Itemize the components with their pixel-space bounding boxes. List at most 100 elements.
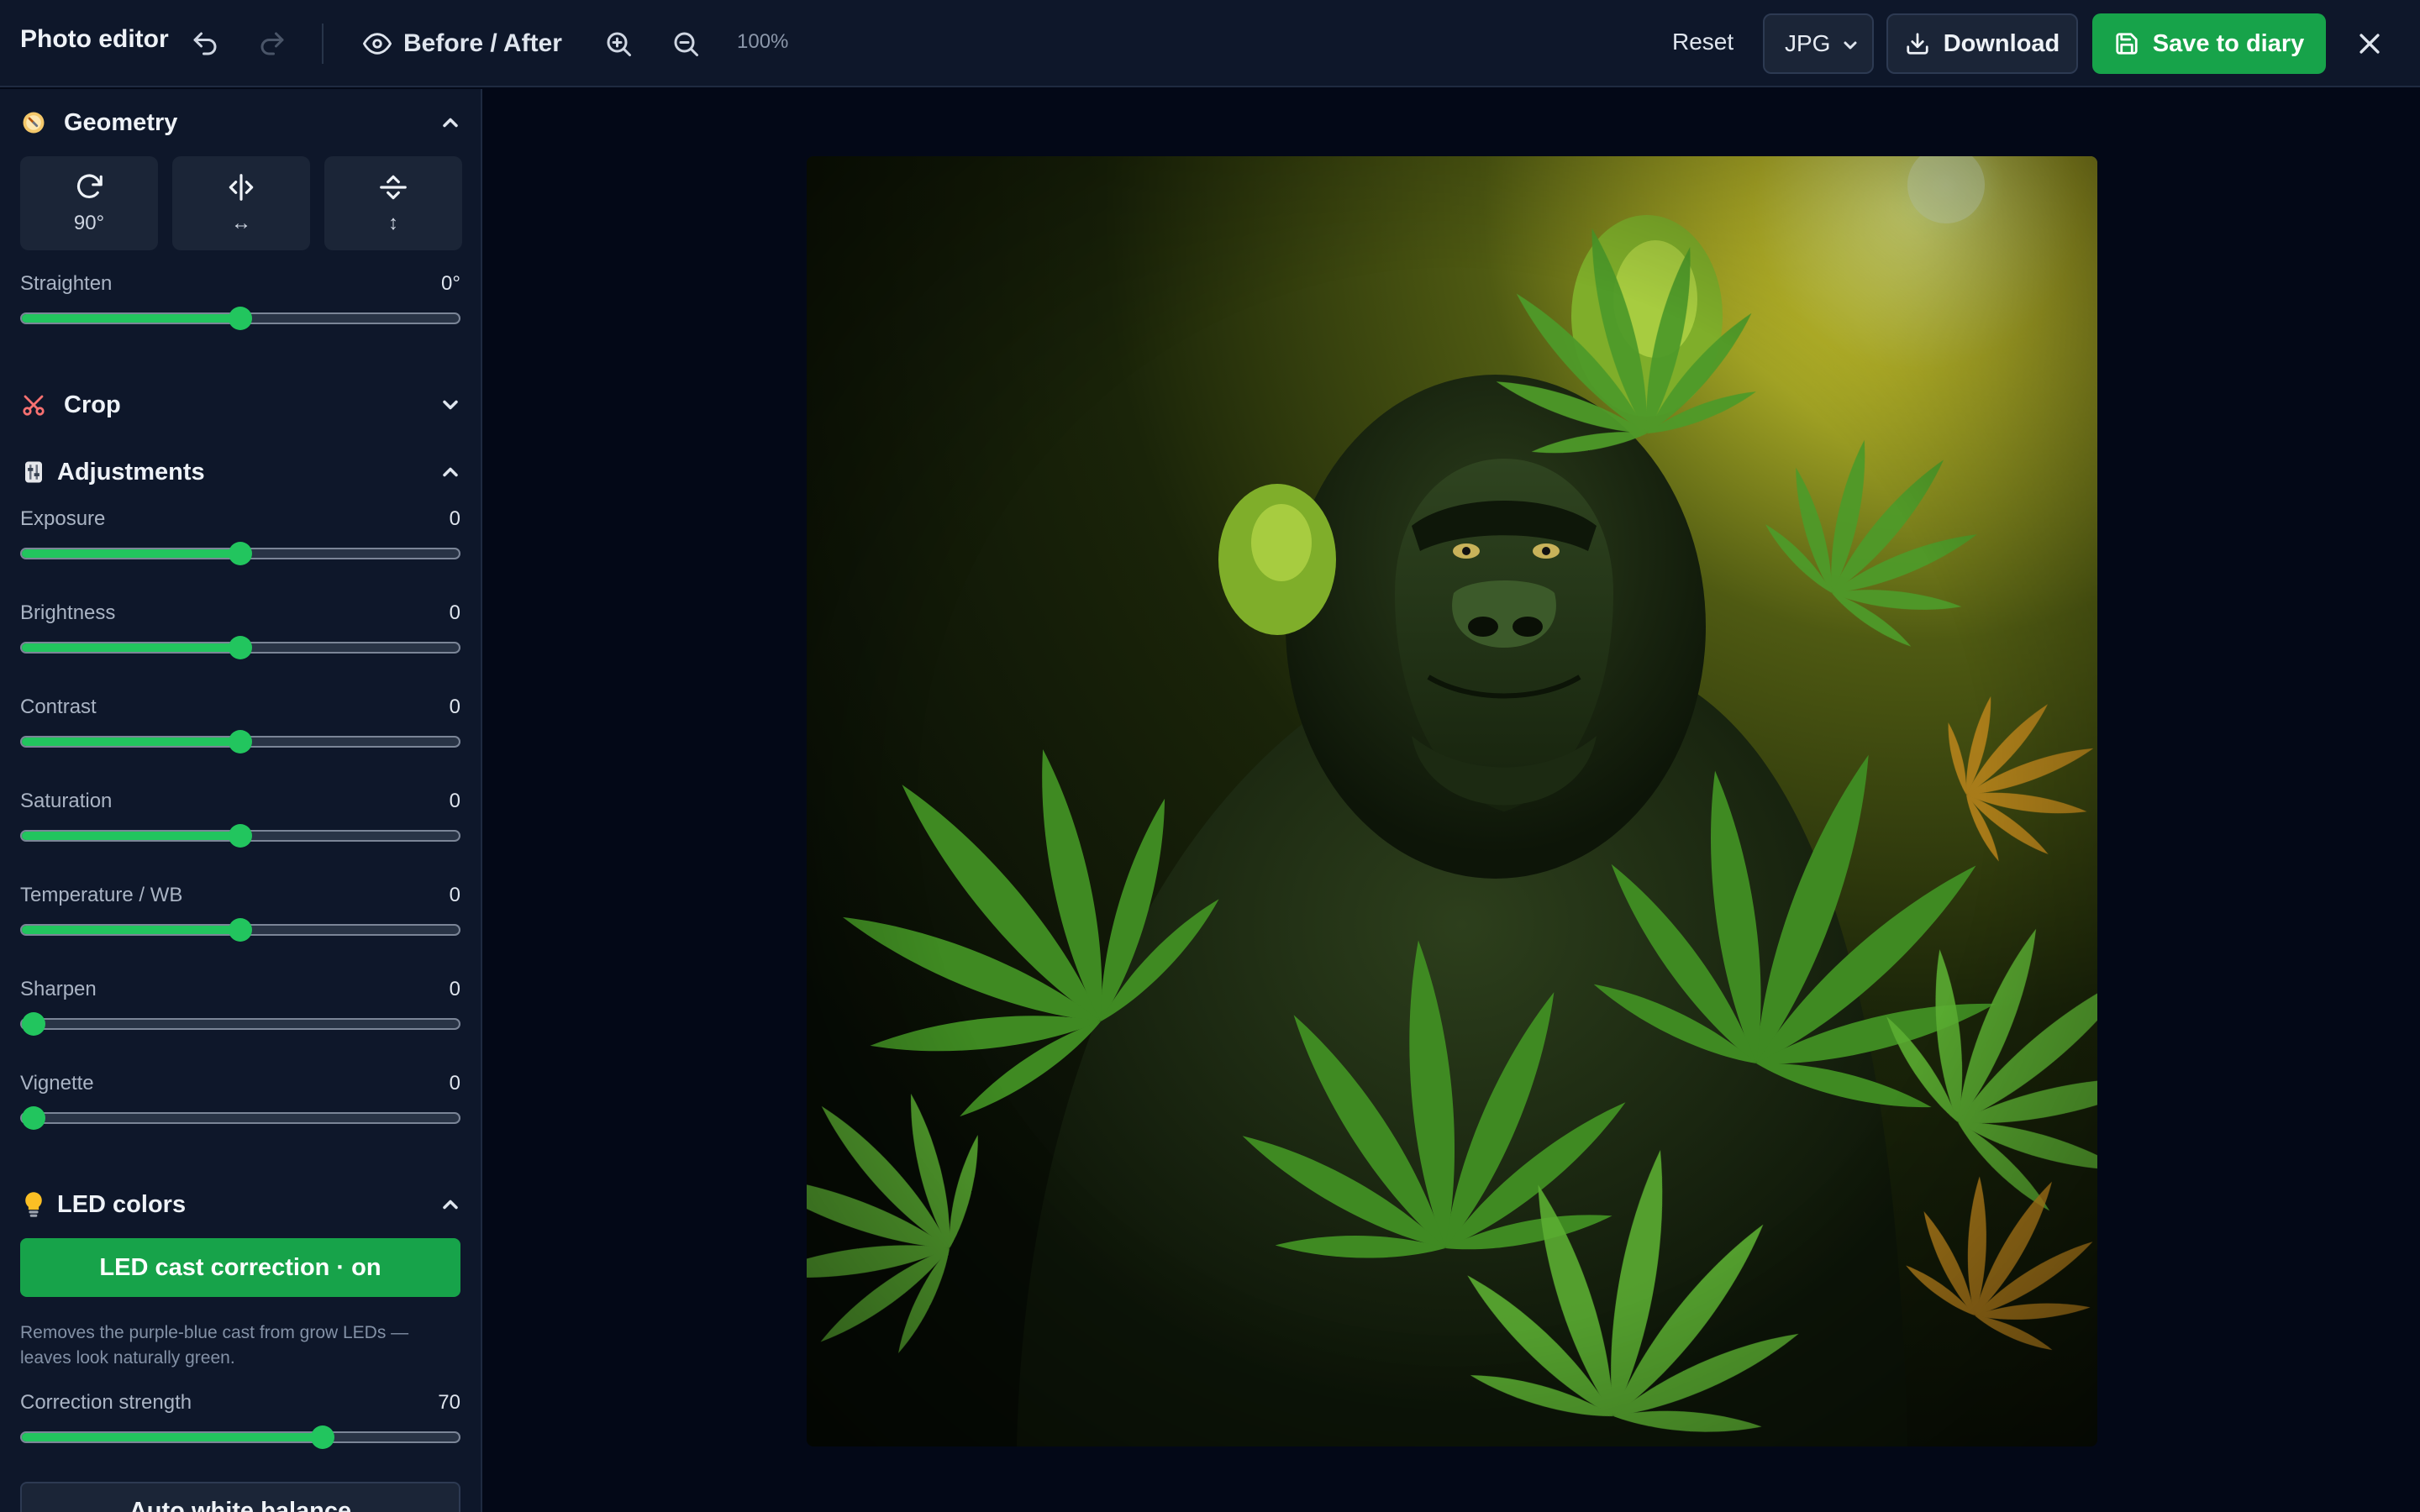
vignette-value: 0 <box>449 1072 460 1095</box>
flip-horizontal-button[interactable]: ↔ <box>172 156 310 250</box>
chevron-down-icon <box>1844 41 1857 50</box>
correction-strength-slider[interactable] <box>20 1425 460 1449</box>
edited-photo <box>807 156 2097 1446</box>
rotate-90-button[interactable]: 90° <box>20 156 158 250</box>
download-icon <box>1907 33 1928 55</box>
straighten-label: Straighten <box>20 272 113 295</box>
temperature-label: Temperature / WB <box>20 884 183 906</box>
exposure-value: 0 <box>449 507 460 530</box>
brightness-slider[interactable] <box>20 636 460 659</box>
sharpen-label: Sharpen <box>20 978 97 1000</box>
sharpen-value: 0 <box>449 978 460 1000</box>
brightness-label: Brightness <box>20 601 116 624</box>
flip-horizontal-icon <box>229 174 254 201</box>
vignette-label: Vignette <box>20 1072 94 1095</box>
chevron-up-icon <box>443 118 458 128</box>
slider-thumb[interactable] <box>229 636 252 659</box>
sliders-icon <box>20 459 47 486</box>
slider-thumb[interactable] <box>229 730 252 753</box>
slider-thumb[interactable] <box>229 918 252 942</box>
eye-icon <box>363 33 392 55</box>
exposure-slider[interactable] <box>20 542 460 565</box>
led-cast-correction-toggle[interactable]: LED cast correction · on <box>20 1238 460 1297</box>
auto-white-balance-button[interactable]: Auto white balance <box>20 1482 460 1512</box>
lightbulb-icon <box>20 1191 47 1218</box>
app-title: Photo editor <box>20 25 169 53</box>
before-after-label: Before / After <box>403 29 562 57</box>
format-select[interactable]: JPG <box>1763 13 1874 74</box>
chevron-down-icon <box>443 400 458 410</box>
geometry-section-header[interactable]: Geometry <box>20 104 462 141</box>
geometry-title: Geometry <box>64 108 178 136</box>
undo-icon <box>193 32 217 55</box>
scissors-icon <box>20 391 47 418</box>
slider-thumb[interactable] <box>229 542 252 565</box>
reset-button[interactable]: Reset <box>1672 29 1733 55</box>
editor-sidebar: Geometry 90° ↔ ↕ Straighten 0° Crop Adju… <box>0 89 482 1512</box>
redo-icon <box>260 32 284 55</box>
slider-fill <box>22 643 240 652</box>
close-button[interactable] <box>2353 27 2386 60</box>
contrast-slider[interactable] <box>20 730 460 753</box>
save-icon <box>2116 33 2138 55</box>
before-after-button[interactable]: Before / After <box>363 25 562 62</box>
sharpen-slider[interactable] <box>20 1012 460 1036</box>
temperature-value: 0 <box>449 884 460 906</box>
slider-thumb[interactable] <box>229 307 252 330</box>
straighten-slider[interactable] <box>20 307 460 330</box>
flip-vertical-label: ↕ <box>388 212 398 234</box>
saturation-label: Saturation <box>20 790 113 812</box>
rotate-label: 90° <box>73 212 105 234</box>
slider-thumb[interactable] <box>229 824 252 848</box>
adjustments-section-header[interactable]: Adjustments <box>20 454 462 491</box>
top-toolbar: Photo editor Before / After 100% Reset J… <box>0 0 2420 87</box>
slider-thumb[interactable] <box>22 1012 45 1036</box>
undo-button[interactable] <box>188 27 222 60</box>
slider-thumb[interactable] <box>22 1106 45 1130</box>
brightness-value: 0 <box>449 601 460 624</box>
rotate-icon <box>76 174 103 198</box>
flip-vertical-button[interactable]: ↕ <box>324 156 462 250</box>
toolbar-divider <box>322 24 324 64</box>
slider-fill <box>22 926 240 934</box>
zoom-in-button[interactable] <box>602 27 635 60</box>
contrast-value: 0 <box>449 696 460 718</box>
slider-fill <box>22 549 240 558</box>
adjustments-title: Adjustments <box>57 458 205 486</box>
led-section-header[interactable]: LED colors <box>20 1186 462 1223</box>
saturation-slider[interactable] <box>20 824 460 848</box>
exposure-label: Exposure <box>20 507 106 530</box>
crop-section-header[interactable]: Crop <box>20 386 462 423</box>
slider-thumb[interactable] <box>311 1425 335 1449</box>
zoom-out-button[interactable] <box>669 27 702 60</box>
temperature-slider[interactable] <box>20 918 460 942</box>
slider-fill <box>22 1433 324 1441</box>
zoom-in-icon <box>607 32 631 56</box>
slider-fill <box>22 738 240 746</box>
correction-strength-value: 70 <box>438 1391 460 1414</box>
compass-icon <box>20 109 47 136</box>
led-description: Removes the purple-blue cast from grow L… <box>20 1323 409 1368</box>
image-canvas[interactable] <box>484 89 2420 1512</box>
contrast-label: Contrast <box>20 696 97 718</box>
straighten-value: 0° <box>441 272 460 295</box>
download-button[interactable]: Download <box>1886 13 2078 74</box>
save-label: Save to diary <box>2152 29 2305 57</box>
saturation-value: 0 <box>449 790 460 812</box>
slider-fill <box>22 314 240 323</box>
chevron-up-icon <box>443 1200 458 1210</box>
led-title: LED colors <box>57 1190 187 1218</box>
format-value: JPG <box>1785 30 1831 56</box>
chevron-up-icon <box>443 467 458 477</box>
zoom-level: 100% <box>737 30 789 53</box>
flip-horizontal-label: ↔ <box>231 212 251 234</box>
download-label: Download <box>1943 29 2060 57</box>
redo-button[interactable] <box>255 27 289 60</box>
vignette-slider[interactable] <box>20 1106 460 1130</box>
save-to-diary-button[interactable]: Save to diary <box>2092 13 2326 74</box>
zoom-out-icon <box>674 32 698 56</box>
slider-fill <box>22 832 240 840</box>
flip-vertical-icon <box>380 175 407 200</box>
correction-strength-label: Correction strength <box>20 1391 192 1414</box>
close-icon <box>2360 34 2380 54</box>
